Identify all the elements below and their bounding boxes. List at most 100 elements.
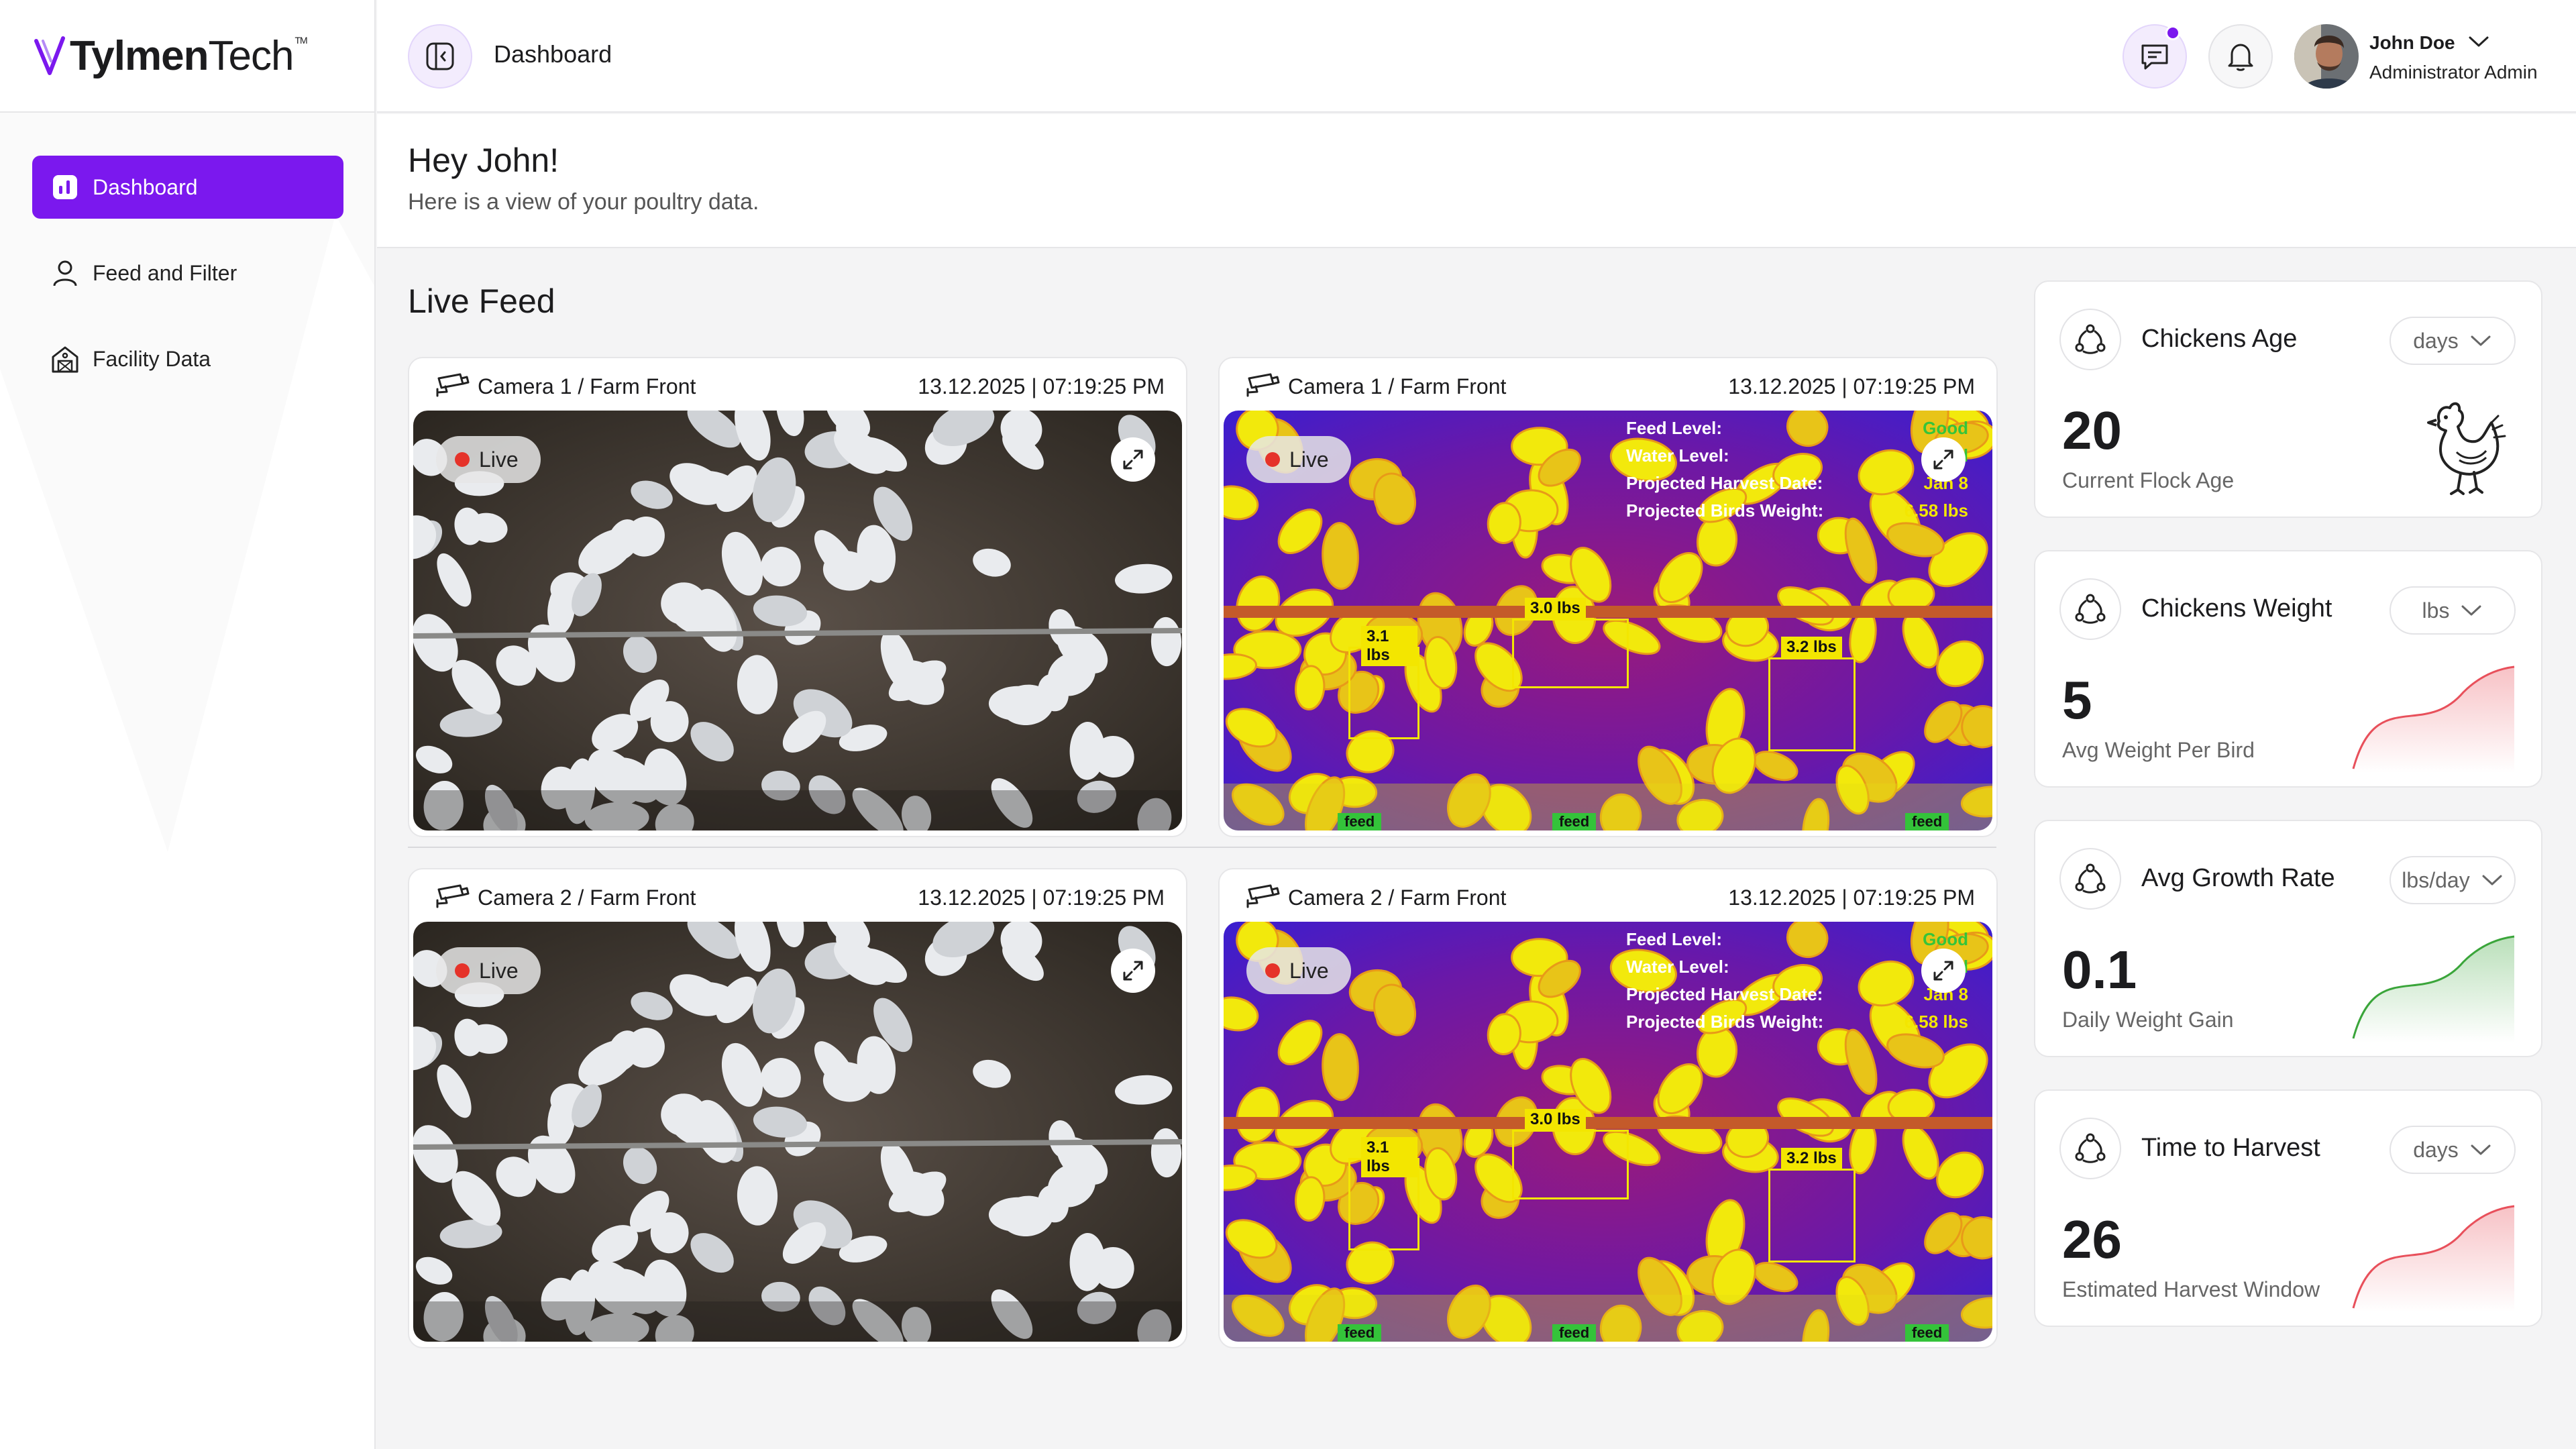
camera-timestamp: 13.12.2025 | 07:19:25 PM — [1728, 885, 1975, 910]
camera-card[interactable]: Camera 2 / Farm Front 13.12.2025 | 07:19… — [408, 868, 1187, 1348]
metric-title: Chickens Weight — [2141, 594, 2332, 623]
camera-name: Camera 1 / Farm Front — [1288, 374, 1507, 398]
sidebar-toggle-button[interactable] — [408, 24, 472, 89]
camera-feed[interactable]: Live — [413, 411, 1182, 830]
metric-label: Avg Weight Per Bird — [2062, 738, 2255, 762]
unit-dropdown-value: lbs — [2422, 598, 2450, 623]
live-dot — [1265, 452, 1280, 467]
birds-weight-row: Projected Birds Weight: 6.58 lbs — [1626, 1012, 1968, 1032]
user-role: Administrator Admin — [2369, 62, 2538, 83]
messages-button[interactable] — [2123, 24, 2187, 89]
live-badge: Live — [1246, 436, 1351, 483]
sidebar-item-feed-and-filter[interactable]: Feed and Filter — [32, 241, 343, 305]
birds-weight-row: Projected Birds Weight: 6.58 lbs — [1626, 500, 1968, 521]
fullscreen-button[interactable] — [1921, 949, 1966, 993]
live-badge: Live — [1246, 947, 1351, 994]
sidebar-collapse-icon — [426, 42, 454, 70]
live-dot — [455, 963, 470, 978]
live-label: Live — [1289, 447, 1329, 472]
thermal-camera-feed[interactable]: 3.1 lbs 3.0 lbs 3.2 lbs feed feed feed Feed L… — [1224, 411, 1992, 830]
detection-weight-label: 3.2 lbs — [1781, 1148, 1842, 1169]
sidebar-item-label: Facility Data — [93, 346, 211, 371]
metric-title: Chickens Age — [2141, 325, 2298, 353]
greeting-title: Hey John! — [408, 142, 559, 179]
sparkline-chart — [2352, 935, 2515, 1042]
live-dot — [455, 452, 470, 467]
fullscreen-button[interactable] — [1921, 437, 1966, 482]
camera-card[interactable]: Camera 2 / Farm Front 13.12.2025 | 07:19… — [1218, 868, 1998, 1348]
unit-dropdown[interactable]: lbs — [2390, 586, 2516, 635]
feed-tag: feed — [1552, 813, 1597, 830]
chart-icon — [51, 173, 79, 201]
feed-level-row: Feed Level: Good — [1626, 929, 1968, 949]
cycle-icon — [2075, 1133, 2106, 1163]
live-dot — [1265, 963, 1280, 978]
cctv-camera-icon — [436, 373, 470, 397]
detection-box: 3.1 lbs — [1348, 1137, 1419, 1250]
chat-icon — [2141, 44, 2168, 70]
sidebar-item-facility-data[interactable]: Facility Data — [32, 327, 343, 390]
live-label: Live — [479, 447, 519, 472]
cycle-icon — [2075, 594, 2106, 624]
expand-icon — [1933, 961, 1953, 981]
camera-name: Camera 2 / Farm Front — [478, 885, 696, 910]
camera-feed[interactable]: Live — [413, 922, 1182, 1342]
unit-dropdown[interactable]: days — [2390, 1126, 2516, 1174]
metric-label: Daily Weight Gain — [2062, 1008, 2234, 1032]
sparkline-chart — [2352, 665, 2515, 773]
sidebar-nav: Dashboard Feed and Filter Facility Data — [32, 156, 343, 413]
unit-dropdown[interactable]: lbs/day — [2390, 856, 2516, 904]
fullscreen-button[interactable] — [1111, 949, 1155, 993]
live-label: Live — [1289, 958, 1329, 983]
brand-name: TylmenTech TM — [70, 32, 308, 79]
detection-box: 3.0 lbs — [1512, 1109, 1629, 1199]
section-divider — [408, 847, 1996, 848]
detection-box: 3.0 lbs — [1512, 598, 1629, 688]
chevron-down-icon — [2471, 1144, 2491, 1155]
thermal-camera-feed[interactable]: 3.1 lbs 3.0 lbs 3.2 lbs feed feed feed Feed L… — [1224, 922, 1992, 1342]
metric-label: Estimated Harvest Window — [2062, 1277, 2320, 1301]
sidebar: TylmenTech TM Dashboard Feed and Filter F… — [0, 0, 376, 1449]
live-badge: Live — [436, 947, 541, 994]
water-level-row: Water Level:Good — [1626, 445, 1968, 466]
brand-logo[interactable]: TylmenTech TM — [0, 0, 374, 113]
camera-card[interactable]: Camera 1 / Farm Front 13.12.2025 | 07:19… — [408, 357, 1187, 837]
user-avatar-image — [2294, 24, 2359, 89]
sidebar-item-label: Feed and Filter — [93, 260, 237, 285]
page-title: Dashboard — [494, 40, 612, 68]
metric-value: 0.1 — [2062, 940, 2137, 1000]
metric-title: Time to Harvest — [2141, 1134, 2320, 1162]
metric-value: 20 — [2062, 400, 2122, 460]
brand-icon — [34, 36, 65, 75]
avatar[interactable] — [2294, 24, 2359, 89]
cctv-camera-icon — [1246, 884, 1280, 908]
sidebar-item-label: Dashboard — [93, 174, 198, 199]
detection-box: 3.1 lbs — [1348, 626, 1419, 739]
unit-dropdown-value: days — [2413, 328, 2459, 353]
barn-icon — [51, 345, 79, 373]
camera-name: Camera 2 / Farm Front — [1288, 885, 1507, 910]
top-header: Dashboard John Doe Administrator Admin — [377, 0, 2576, 113]
metric-icon — [2059, 848, 2121, 910]
metric-icon — [2059, 309, 2121, 370]
sidebar-item-dashboard[interactable]: Dashboard — [32, 156, 343, 219]
expand-icon — [1123, 961, 1143, 981]
notifications-button[interactable] — [2208, 24, 2273, 89]
chevron-down-icon[interactable] — [2467, 34, 2490, 50]
harvest-date-row: Projected Harvest Date: Jan 8 — [1626, 473, 1968, 493]
user-icon — [51, 259, 79, 287]
metric-label: Current Flock Age — [2062, 468, 2235, 492]
fullscreen-button[interactable] — [1111, 437, 1155, 482]
greeting-subtitle: Here is a view of your poultry data. — [408, 189, 759, 215]
camera-header: Camera 2 / Farm Front 13.12.2025 | 07:19… — [1220, 869, 1996, 922]
feed-tag: feed — [1905, 1324, 1949, 1342]
camera-timestamp: 13.12.2025 | 07:19:25 PM — [918, 374, 1165, 398]
user-name[interactable]: John Doe — [2369, 32, 2455, 54]
unit-dropdown[interactable]: days — [2390, 317, 2516, 365]
camera-header: Camera 2 / Farm Front 13.12.2025 | 07:19… — [409, 869, 1186, 922]
unit-dropdown-value: lbs/day — [2402, 867, 2470, 892]
camera-card[interactable]: Camera 1 / Farm Front 13.12.2025 | 07:19… — [1218, 357, 1998, 837]
feed-stats-overlay: Feed Level:Good Water Level:Good Project… — [1626, 415, 1968, 525]
chevron-down-icon — [2471, 335, 2491, 346]
chevron-down-icon — [2482, 875, 2502, 885]
